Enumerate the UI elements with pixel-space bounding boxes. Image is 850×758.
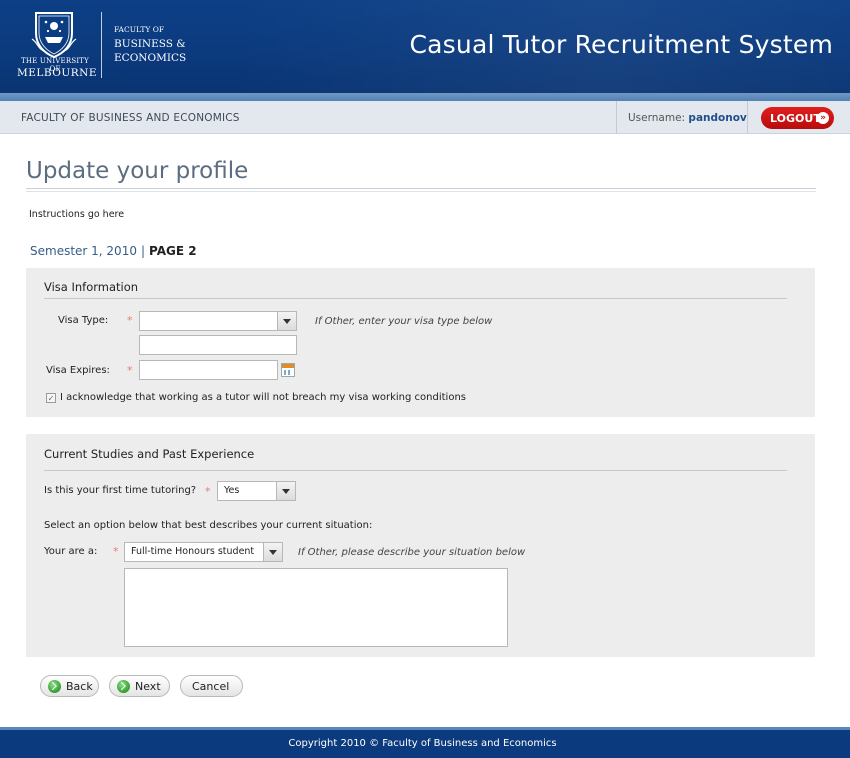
- university-crest-icon: [31, 12, 77, 59]
- visa-type-select[interactable]: [139, 311, 297, 331]
- chevron-down-icon: [277, 312, 296, 330]
- calendar-icon[interactable]: [281, 363, 295, 377]
- page-title: Update your profile: [26, 158, 249, 184]
- visa-section-title: Visa Information: [44, 280, 139, 294]
- situation-description-textarea[interactable]: [124, 568, 508, 647]
- visa-expires-input[interactable]: [139, 360, 278, 380]
- first-time-value: Yes: [224, 485, 240, 496]
- title-divider: [26, 188, 816, 189]
- title-divider: [26, 191, 816, 192]
- logout-button[interactable]: LOGOUT »: [761, 107, 834, 129]
- username-value: pandonov: [688, 112, 747, 124]
- logout-label: LOGOUT: [770, 111, 821, 125]
- logo-divider: [101, 12, 102, 78]
- section-divider: [44, 470, 787, 471]
- section-divider: [44, 298, 787, 299]
- you-are-label: Your are a:: [44, 546, 98, 557]
- page-number-label: PAGE 2: [149, 244, 197, 258]
- first-time-select[interactable]: Yes: [217, 481, 296, 501]
- header-strip: [0, 93, 850, 101]
- breadcrumb-separator: |: [140, 244, 146, 258]
- visa-type-other-input[interactable]: [139, 335, 297, 355]
- app-title: Casual Tutor Recruitment System: [409, 30, 833, 59]
- username-label: Username:: [628, 112, 686, 124]
- next-button[interactable]: Next: [109, 675, 170, 697]
- copyright-text: Copyright 2010 © Faculty of Business and…: [288, 738, 557, 749]
- double-chevron-right-icon: »: [817, 112, 829, 124]
- calendar-header: [282, 364, 294, 368]
- semester-label: Semester 1, 2010: [30, 244, 137, 258]
- subbar-divider: [747, 101, 748, 134]
- sub-navigation-bar: FACULTY OF BUSINESS AND ECONOMICS Userna…: [0, 101, 850, 134]
- calendar-grid: [284, 370, 292, 375]
- required-marker: *: [113, 545, 119, 558]
- site-footer: Copyright 2010 © Faculty of Business and…: [0, 730, 850, 758]
- faculty-of-label: FACULTY OF: [114, 25, 165, 34]
- subbar-divider: [616, 101, 617, 134]
- required-marker: *: [127, 314, 133, 327]
- situation-value: Full-time Honours student: [131, 546, 255, 557]
- go-arrow-icon: [117, 680, 130, 693]
- studies-experience-panel: Current Studies and Past Experience Is t…: [26, 434, 815, 657]
- required-marker: *: [127, 364, 133, 377]
- site-header: THE UNIVERSITY OF MELBOURNE FACULTY OF B…: [0, 0, 850, 93]
- visa-type-hint: If Other, enter your visa type below: [315, 316, 493, 327]
- acknowledge-label: I acknowledge that working as a tutor wi…: [60, 392, 466, 403]
- university-name: MELBOURNE: [17, 67, 98, 79]
- situation-prompt: Select an option below that best describ…: [44, 520, 373, 531]
- chevron-down-icon: [276, 482, 295, 500]
- faculty-breadcrumb: FACULTY OF BUSINESS AND ECONOMICS: [21, 112, 240, 124]
- cancel-button-label: Cancel: [192, 680, 230, 693]
- chevron-down-icon: [263, 543, 282, 561]
- back-button[interactable]: Back: [40, 675, 99, 697]
- cancel-button[interactable]: Cancel: [180, 675, 243, 697]
- visa-information-panel: Visa Information Visa Type: * If Other, …: [26, 268, 815, 417]
- semester-breadcrumb: Semester 1, 2010 | PAGE 2: [30, 244, 197, 258]
- required-marker: *: [205, 485, 211, 498]
- visa-expires-label: Visa Expires:: [46, 365, 110, 376]
- instructions-text: Instructions go here: [29, 209, 125, 220]
- acknowledge-checkbox[interactable]: ✓: [46, 393, 56, 403]
- faculty-name: BUSINESS & ECONOMICS: [114, 38, 187, 64]
- studies-section-title: Current Studies and Past Experience: [44, 447, 255, 461]
- back-button-label: Back: [66, 680, 93, 693]
- situation-select[interactable]: Full-time Honours student: [124, 542, 283, 562]
- next-button-label: Next: [135, 680, 161, 693]
- go-arrow-icon: [48, 680, 61, 693]
- first-time-label: Is this your first time tutoring?: [44, 485, 197, 496]
- username-display: Username: pandonov: [628, 112, 747, 124]
- situation-hint: If Other, please describe your situation…: [298, 547, 526, 558]
- visa-type-label: Visa Type:: [58, 315, 109, 326]
